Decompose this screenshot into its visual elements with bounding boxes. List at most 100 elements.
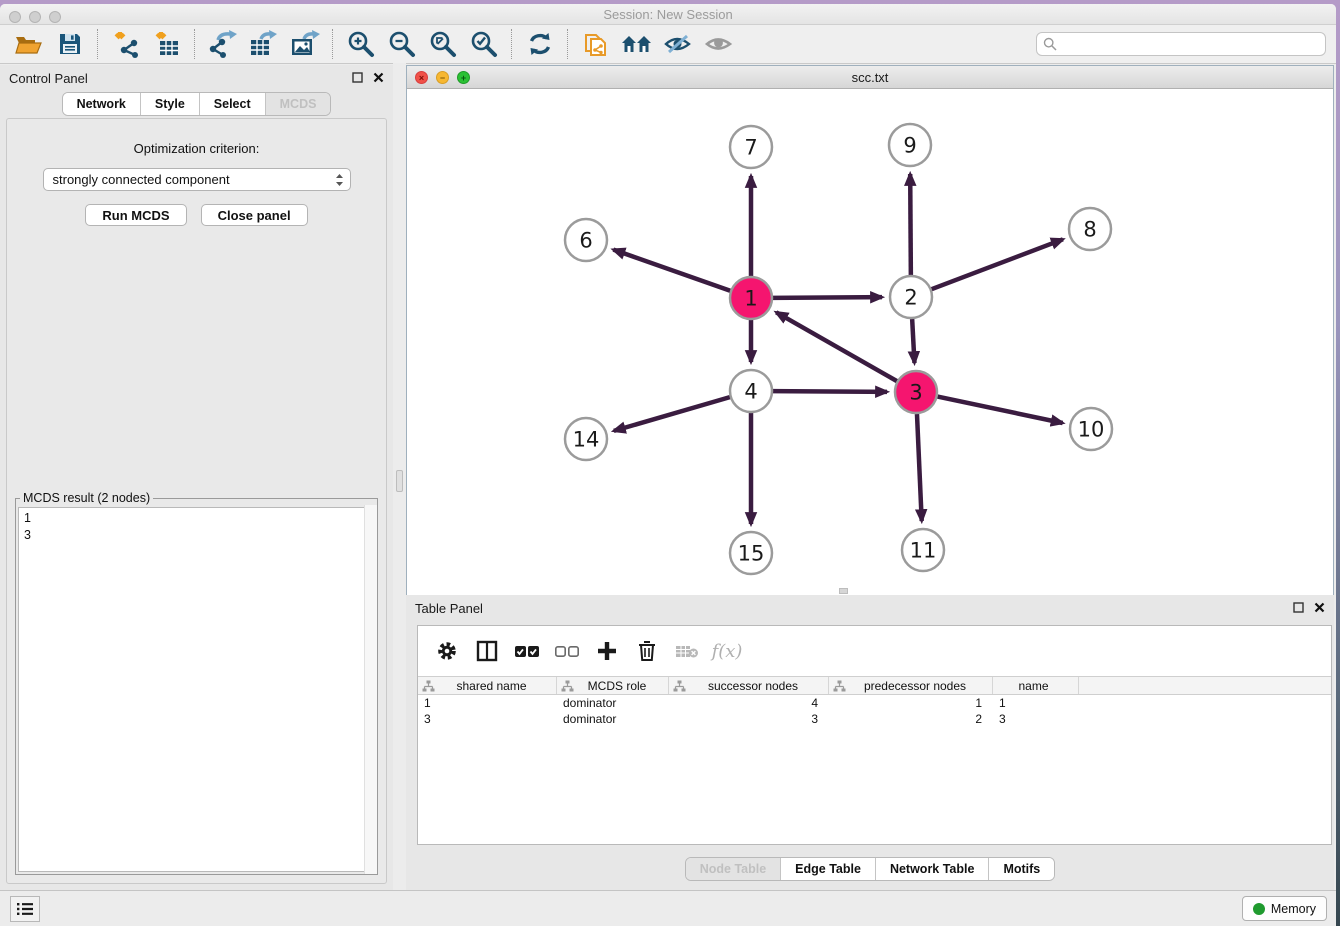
table-header-row: shared name MCDS role [418,676,1331,695]
tab-style[interactable]: Style [140,93,199,115]
cell-name[interactable]: 3 [993,711,1079,727]
graph-edge-3-11[interactable] [917,414,922,521]
graph-node-label-2: 2 [904,286,917,310]
tab-mcds[interactable]: MCDS [265,93,331,115]
cell-mcds-role[interactable]: dominator [557,695,669,711]
cell-name[interactable]: 1 [993,695,1079,711]
cell-successor-nodes[interactable]: 4 [669,695,829,711]
export-image-icon [290,30,320,58]
zoom-in-button[interactable] [340,28,381,60]
run-mcds-button[interactable]: Run MCDS [85,204,186,226]
import-network-icon [112,30,140,58]
float-panel-button[interactable] [351,71,364,84]
node-table-container: f(x) shared name [417,625,1332,845]
save-session-button[interactable] [49,28,90,60]
graph-edge-4-3[interactable] [773,391,887,392]
column-label: shared name [435,679,556,693]
cell-mcds-role[interactable]: dominator [557,711,669,727]
graph-edge-2-9[interactable] [910,174,911,275]
zoom-fit-button[interactable] [422,28,463,60]
show-all-button[interactable] [698,28,739,60]
search-area [1036,32,1326,56]
close-table-panel-button[interactable] [1313,601,1326,614]
table-row[interactable]: 3 dominator 3 2 3 [418,711,1331,727]
tab-network[interactable]: Network [63,93,140,115]
toolbar-separator [97,29,98,59]
graph-node-label-10: 10 [1078,418,1105,442]
export-table-button[interactable] [243,28,284,60]
delete-column-button[interactable] [634,638,660,664]
graph-edge-2-8[interactable] [932,239,1063,289]
column-header-successor-nodes[interactable]: successor nodes [669,677,829,694]
graph-edge-1-2[interactable] [773,297,882,298]
task-history-button[interactable] [10,896,40,922]
open-session-button[interactable] [8,28,49,60]
export-network-icon [208,30,238,58]
show-columns-button[interactable] [474,638,500,664]
tab-network-table[interactable]: Network Table [875,858,989,880]
hide-selected-button[interactable] [657,28,698,60]
toolbar-separator [194,29,195,59]
deselect-all-button[interactable] [554,638,580,664]
select-all-button[interactable] [514,638,540,664]
network-graph[interactable]: 7968124314101511 [407,89,1333,595]
column-header-mcds-role[interactable]: MCDS role [557,677,669,694]
cell-predecessor-nodes[interactable]: 2 [829,711,993,727]
close-panel-button-mcds[interactable]: Close panel [201,204,308,226]
zoom-selected-button[interactable] [463,28,504,60]
status-bar: Memory [0,890,1336,926]
criterion-dropdown[interactable]: strongly connected component [43,168,351,191]
column-header-name[interactable]: name [993,677,1079,694]
result-scrollbar[interactable] [364,505,377,874]
tab-select[interactable]: Select [199,93,265,115]
cell-shared-name[interactable]: 3 [418,711,557,727]
cell-successor-nodes[interactable]: 3 [669,711,829,727]
float-table-panel-button[interactable] [1292,601,1305,614]
column-header-predecessor-nodes[interactable]: predecessor nodes [829,677,993,694]
vertical-splitter[interactable] [393,63,406,890]
save-icon [58,32,82,56]
tab-edge-table[interactable]: Edge Table [780,858,875,880]
clone-network-button[interactable] [575,28,616,60]
graph-edge-2-3[interactable] [912,319,914,363]
graph-node-label-7: 7 [744,136,757,160]
create-column-button[interactable] [594,638,620,664]
tab-node-table[interactable]: Node Table [686,858,780,880]
import-network-button[interactable] [105,28,146,60]
mcds-result-text[interactable]: 1 3 [18,507,375,872]
float-icon [352,72,363,83]
network-canvas[interactable]: 7968124314101511 [407,89,1333,595]
export-image-button[interactable] [284,28,325,60]
graph-edge-1-6[interactable] [613,250,730,291]
memory-button[interactable]: Memory [1242,896,1327,921]
toolbar-separator [511,29,512,59]
function-builder-button[interactable]: f(x) [714,638,740,664]
close-panel-button[interactable] [372,71,385,84]
trash-icon [637,640,657,662]
search-field[interactable] [1036,32,1326,56]
graph-edge-3-1[interactable] [776,312,897,381]
tab-motifs[interactable]: Motifs [988,858,1054,880]
float-icon [1293,602,1304,613]
deselect-all-icon [554,643,580,659]
hierarchy-icon [561,680,574,692]
zoom-in-icon [347,30,375,58]
export-network-button[interactable] [202,28,243,60]
column-header-shared-name[interactable]: shared name [418,677,557,694]
first-neighbors-button[interactable] [616,28,657,60]
graph-edge-4-14[interactable] [614,397,730,431]
refresh-button[interactable] [519,28,560,60]
memory-status-icon [1253,903,1265,915]
graph-edge-3-10[interactable] [938,397,1063,423]
table-settings-button[interactable] [434,638,460,664]
cell-predecessor-nodes[interactable]: 1 [829,695,993,711]
canvas-scrollbar-thumb[interactable] [839,588,848,594]
search-input[interactable] [1057,37,1325,51]
zoom-out-button[interactable] [381,28,422,60]
table-row[interactable]: 1 dominator 4 1 1 [418,695,1331,711]
delete-table-button[interactable] [674,638,700,664]
hierarchy-icon [833,680,846,692]
import-table-button[interactable] [146,28,187,60]
splitter-grip[interactable] [396,470,403,492]
cell-shared-name[interactable]: 1 [418,695,557,711]
